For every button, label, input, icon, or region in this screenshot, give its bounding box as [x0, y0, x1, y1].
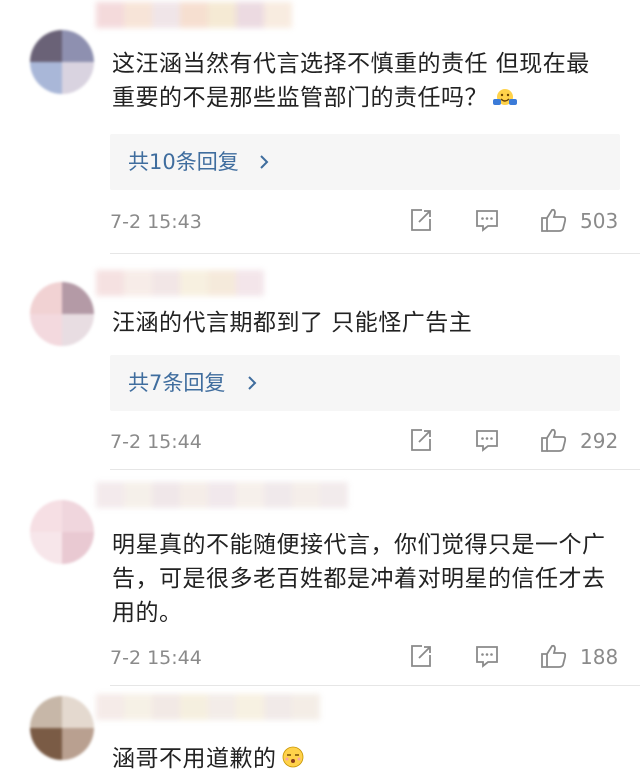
- thumbs-up-icon[interactable]: [540, 427, 568, 453]
- replies-count-label: 共7条回复: [128, 371, 226, 395]
- timestamp: 7-2 15:44: [110, 647, 202, 669]
- chevron-right-icon: [260, 155, 269, 169]
- comment-text: 这汪涵当然有代言选择不慎重的责任 但现在最重要的不是那些监管部门的责任吗？: [112, 47, 607, 118]
- thumbs-up-icon[interactable]: [540, 207, 568, 233]
- thumbs-up-icon[interactable]: [540, 643, 568, 669]
- like-count: 292: [580, 429, 619, 453]
- comment-text: 汪涵的代言期都到了 只能怪广告主: [112, 310, 473, 336]
- username-blurred[interactable]: [96, 694, 346, 720]
- comment-meta: 7-2 15:44 188: [110, 643, 640, 673]
- share-icon[interactable]: [408, 643, 434, 669]
- view-replies-button[interactable]: 共7条回复: [110, 355, 620, 411]
- share-icon[interactable]: [408, 427, 434, 453]
- chevron-right-icon: [248, 376, 257, 390]
- comment-icon[interactable]: [474, 427, 500, 453]
- avatar[interactable]: [30, 30, 94, 94]
- comment-meta: 7-2 15:43 503: [110, 207, 640, 237]
- comment-icon[interactable]: [474, 643, 500, 669]
- timestamp: 7-2 15:43: [110, 211, 202, 233]
- view-replies-button[interactable]: 共10条回复: [110, 134, 620, 190]
- share-icon[interactable]: [408, 207, 434, 233]
- comment-text: 涵哥不用道歉的: [112, 742, 622, 779]
- comment-meta: 7-2 15:44 292: [110, 427, 640, 457]
- timestamp: 7-2 15:44: [110, 431, 202, 453]
- comment-icon[interactable]: [474, 207, 500, 233]
- replies-count-label: 共10条回复: [128, 150, 239, 174]
- avatar[interactable]: [30, 282, 94, 346]
- comment-item: 明星真的不能随便接代言，你们觉得只是一个广告，可是很多老百姓都是冲着对明星的信任…: [0, 470, 640, 686]
- avatar[interactable]: [30, 500, 94, 564]
- username-blurred[interactable]: [96, 482, 356, 508]
- comment-item: 汪涵的代言期都到了 只能怪广告主 共7条回复 7-2 15:44 292: [0, 254, 640, 470]
- username-blurred[interactable]: [96, 270, 286, 296]
- like-count: 188: [580, 645, 619, 669]
- username-blurred[interactable]: [96, 2, 306, 28]
- comment-item: 这汪涵当然有代言选择不慎重的责任 但现在最重要的不是那些监管部门的责任吗？ 共1…: [0, 0, 640, 254]
- awkward-face-emoji-icon: [281, 745, 305, 779]
- hug-emoji-icon: [492, 84, 518, 118]
- avatar[interactable]: [30, 696, 94, 760]
- comment-text: 明星真的不能随便接代言，你们觉得只是一个广告，可是很多老百姓都是冲着对明星的信任…: [112, 532, 606, 626]
- comment-item: 涵哥不用道歉的: [0, 686, 640, 783]
- like-count: 503: [580, 209, 619, 233]
